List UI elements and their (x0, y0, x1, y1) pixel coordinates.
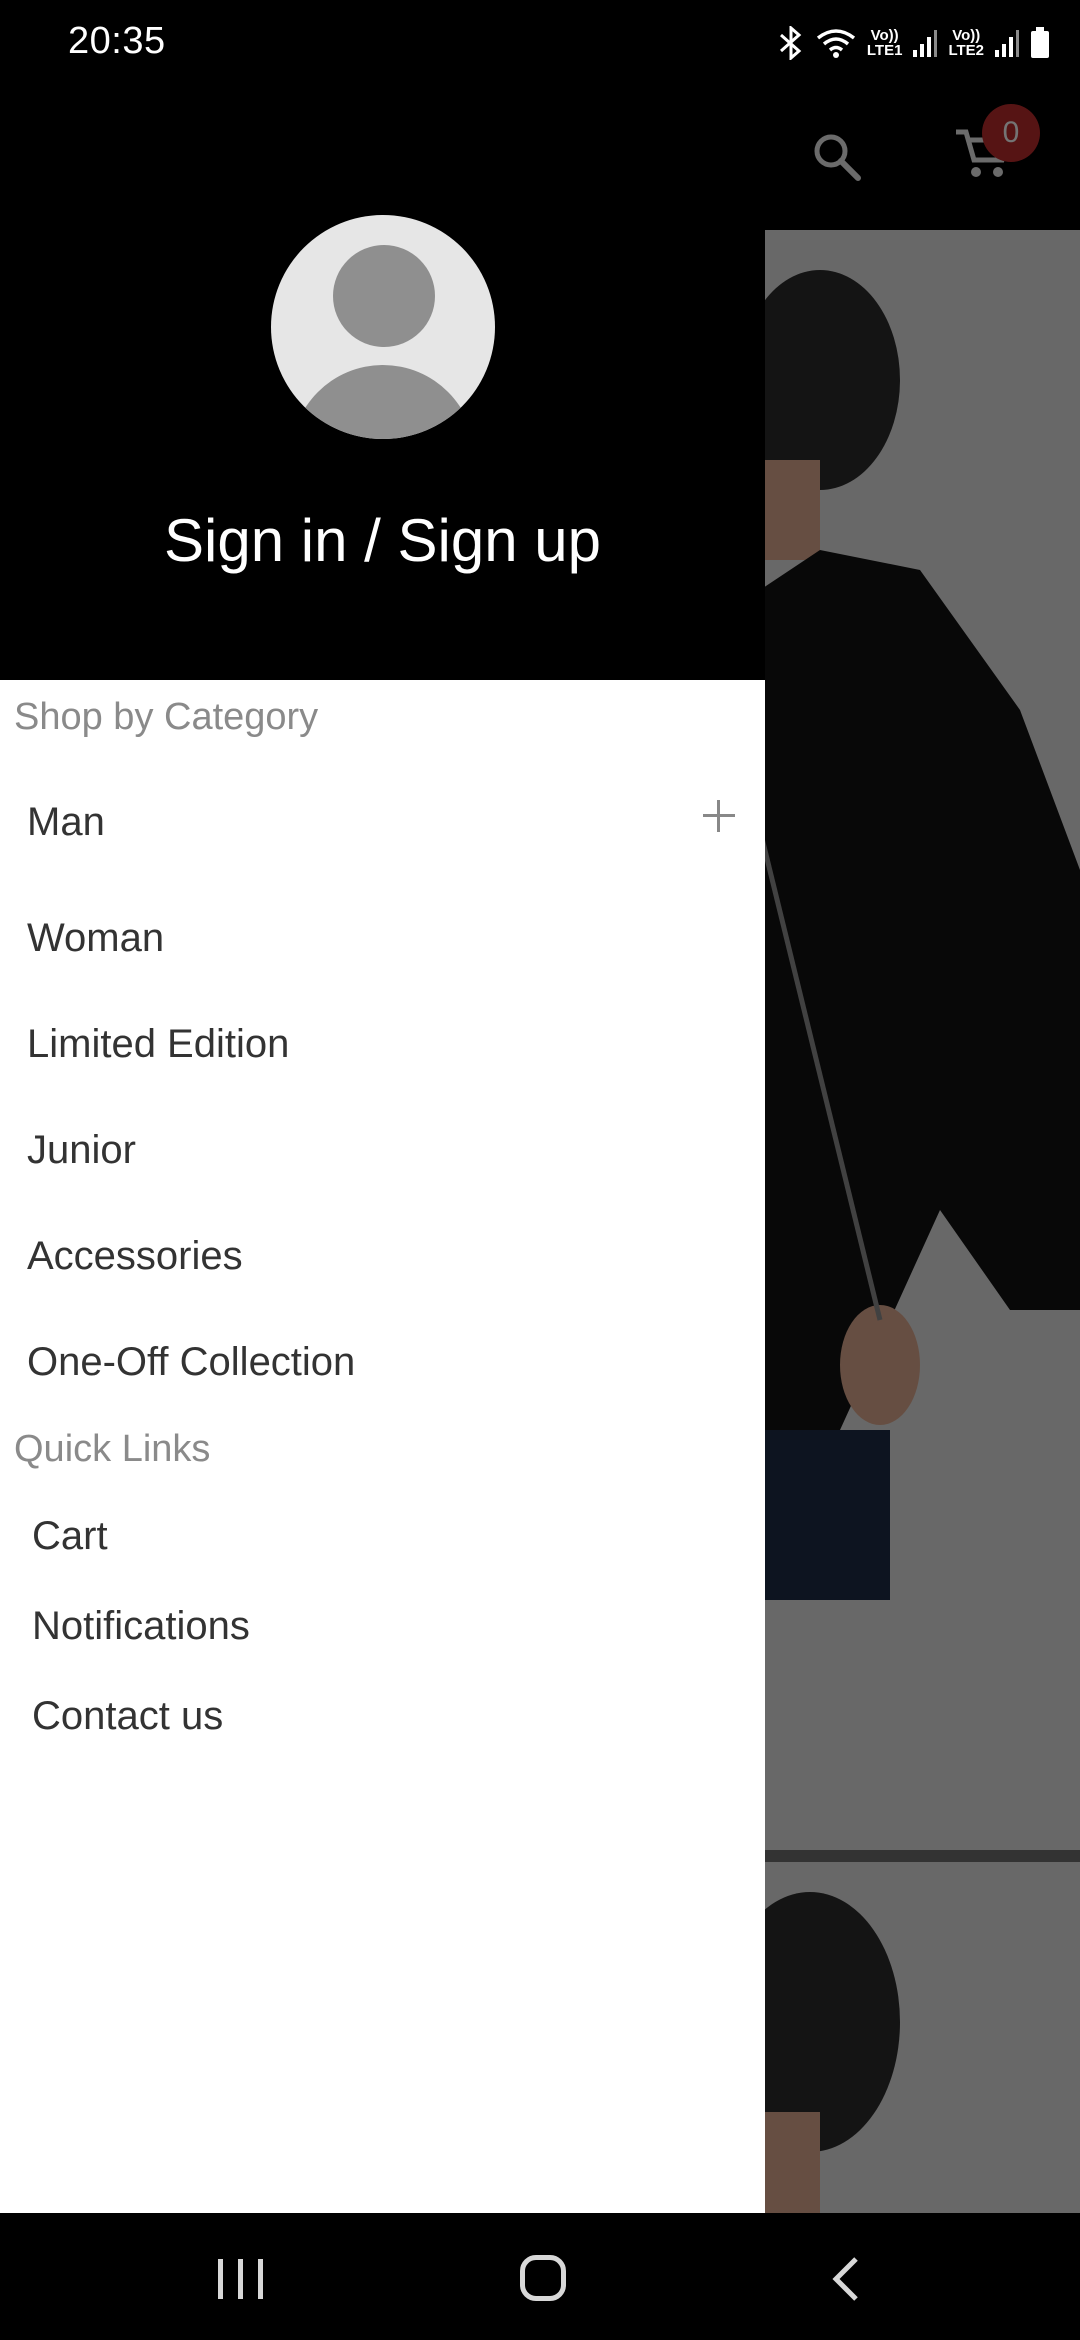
category-section-title: Shop by Category (14, 696, 319, 738)
sim1-volte-label: Vo)) (870, 27, 899, 44)
signal-icon (913, 30, 938, 57)
back-icon[interactable] (828, 2255, 862, 2303)
navigation-drawer: Sign in / Sign up Shop by Category Man W… (0, 88, 765, 2213)
signal-icon (995, 30, 1019, 57)
home-icon[interactable] (520, 2255, 566, 2301)
quick-links-title: Quick Links (14, 1428, 211, 1470)
expand-plus-icon[interactable] (703, 800, 735, 832)
wifi-icon (816, 29, 855, 58)
sim2-volte-label: Vo)) (952, 27, 981, 44)
quick-link-notifications[interactable]: Notifications (32, 1604, 250, 1649)
recent-apps-icon[interactable] (218, 2259, 264, 2299)
sim1-lte-label: LTE1 (866, 42, 903, 59)
quick-link-cart[interactable]: Cart (32, 1514, 108, 1559)
system-nav-bar (0, 2213, 1080, 2340)
drawer-header[interactable]: Sign in / Sign up (0, 88, 765, 680)
category-item-one-off-collection[interactable]: One-Off Collection (27, 1340, 355, 1385)
sim2-lte-label: LTE2 (948, 42, 984, 59)
status-time: 20:35 (68, 20, 166, 62)
avatar-placeholder[interactable] (271, 215, 495, 439)
quick-link-contact-us[interactable]: Contact us (32, 1694, 223, 1739)
category-item-junior[interactable]: Junior (27, 1128, 136, 1173)
category-item-woman[interactable]: Woman (27, 916, 164, 961)
category-item-man[interactable]: Man (27, 800, 105, 845)
screen: 20:35 Vo)) LTE1 Vo)) LTE2 Sign in / Sign… (0, 0, 1080, 2340)
status-icons: Vo)) LTE1 Vo)) LTE2 (777, 20, 1050, 66)
sim1-label: Vo)) LTE1 (867, 28, 903, 58)
status-bar: 20:35 Vo)) LTE1 Vo)) LTE2 (0, 0, 1080, 88)
avatar-body (291, 365, 475, 439)
avatar-head (333, 245, 435, 347)
sign-in-link[interactable]: Sign in / Sign up (0, 506, 765, 575)
category-item-accessories[interactable]: Accessories (27, 1234, 243, 1279)
sim2-label: Vo)) LTE2 (948, 28, 984, 58)
category-item-limited-edition[interactable]: Limited Edition (27, 1022, 289, 1067)
bluetooth-icon (779, 26, 802, 60)
battery-icon (1031, 27, 1049, 58)
